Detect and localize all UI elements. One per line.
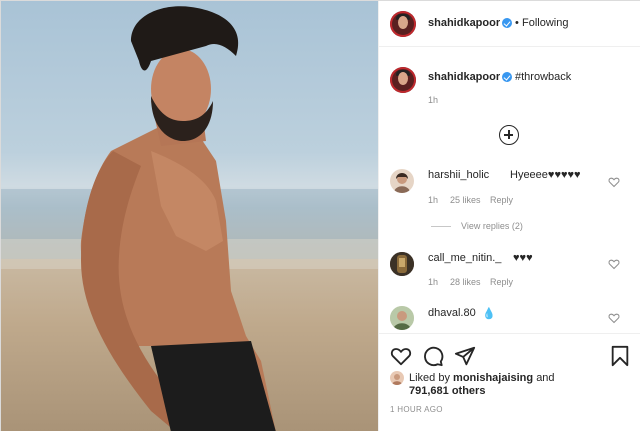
liked-by-user[interactable]: monishajaising: [453, 372, 533, 384]
verified-badge-icon: [502, 72, 512, 82]
comment-reply-button[interactable]: Reply: [490, 195, 513, 205]
comment-like-heart-icon[interactable]: [608, 258, 620, 270]
comment-avatar[interactable]: [390, 306, 414, 330]
photo-illustration: [1, 6, 378, 431]
comment-username[interactable]: dhaval.80: [428, 307, 476, 319]
author-avatar[interactable]: [390, 11, 416, 37]
comment-text: Hyeeee♥♥♥♥♥: [510, 169, 581, 181]
avatar-image: [390, 306, 414, 330]
avatar-image: [394, 173, 410, 193]
view-replies-button[interactable]: View replies (2): [431, 221, 523, 231]
heart-icon[interactable]: [390, 345, 412, 367]
comment-icon[interactable]: [422, 345, 444, 367]
following-button[interactable]: Following: [522, 17, 568, 29]
comment-text: 💧: [482, 308, 496, 320]
comment-username[interactable]: harshii_holic: [428, 169, 489, 181]
avatar-image: [392, 374, 402, 385]
post-timestamp[interactable]: 1 HOUR AGO: [390, 405, 443, 414]
liked-by-avatar[interactable]: [390, 371, 404, 385]
comment-text: ♥♥♥: [513, 252, 533, 264]
post-photo[interactable]: [1, 1, 378, 431]
others-count-link[interactable]: 791,681 others: [409, 385, 485, 397]
share-icon[interactable]: [454, 345, 476, 367]
comment-avatar[interactable]: [390, 169, 414, 193]
comment-likes[interactable]: 28 likes: [450, 277, 481, 287]
follow-separator: •: [515, 17, 519, 29]
likes-summary: Liked by monishajaising and 791,681 othe…: [409, 372, 555, 398]
caption-age[interactable]: 1h: [428, 95, 438, 105]
view-replies-label[interactable]: View replies (2): [461, 221, 523, 231]
comment-age[interactable]: 1h: [428, 277, 438, 287]
comment-age[interactable]: 1h: [428, 195, 438, 205]
caption-author-avatar[interactable]: [390, 67, 416, 93]
comment-like-heart-icon[interactable]: [608, 312, 620, 324]
author-username[interactable]: shahidkapoor: [428, 17, 500, 29]
liked-by-prefix: Liked by: [409, 372, 450, 384]
liked-by-and: and: [536, 372, 555, 384]
caption-author-username[interactable]: shahidkapoor: [428, 71, 500, 83]
comment-avatar[interactable]: [390, 252, 414, 276]
bookmark-icon[interactable]: [610, 345, 630, 367]
comment-reply-button[interactable]: Reply: [490, 277, 513, 287]
load-more-comments-icon[interactable]: [499, 125, 519, 145]
comment-username[interactable]: call_me_nitin._: [428, 252, 501, 264]
comment-like-heart-icon[interactable]: [608, 176, 620, 188]
post-side-panel: shahidkapoor • Following shahidkapoor #t…: [378, 1, 640, 431]
instagram-post-modal: shahidkapoor • Following shahidkapoor #t…: [0, 0, 640, 431]
post-header: shahidkapoor • Following: [379, 1, 640, 47]
post-actions-section: Liked by monishajaising and 791,681 othe…: [379, 333, 640, 431]
comment-likes[interactable]: 25 likes: [450, 195, 481, 205]
avatar-image: [390, 252, 414, 276]
verified-badge-icon: [502, 18, 512, 28]
caption-hashtag[interactable]: #throwback: [515, 71, 571, 83]
